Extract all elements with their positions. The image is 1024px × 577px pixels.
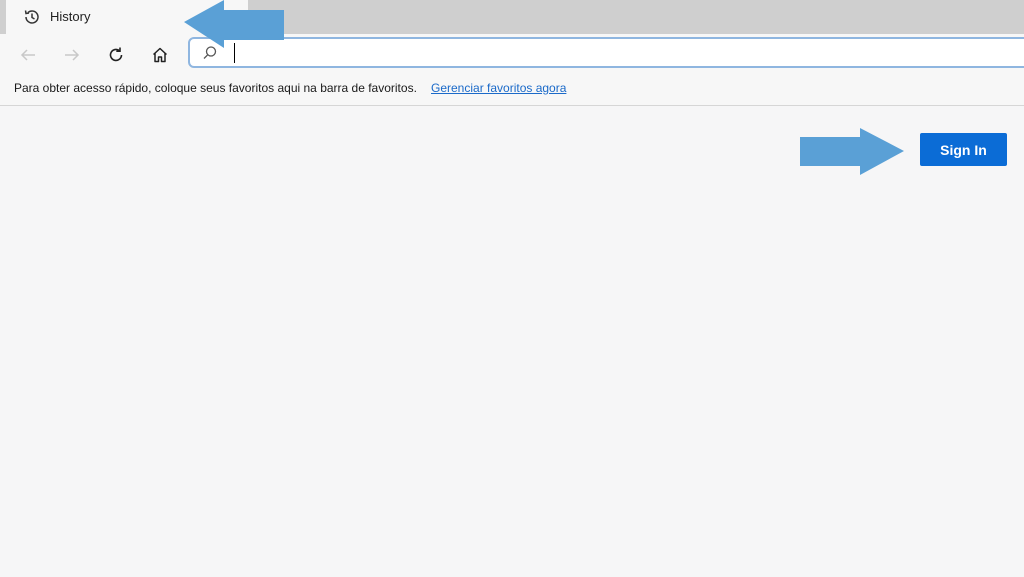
home-button[interactable] <box>146 41 174 69</box>
refresh-button[interactable] <box>102 41 130 69</box>
annotation-arrow-left-icon <box>184 0 284 48</box>
address-bar[interactable] <box>188 37 1024 68</box>
toolbar <box>0 34 1024 74</box>
favorites-bar-message: Para obter acesso rápido, coloque seus f… <box>14 81 417 95</box>
home-icon <box>152 47 168 63</box>
history-icon <box>22 7 42 27</box>
tab-title: History <box>50 9 91 24</box>
arrow-left-icon <box>20 49 35 61</box>
refresh-icon <box>109 47 123 62</box>
forward-button[interactable] <box>58 41 86 69</box>
tab-strip: History <box>0 0 1024 34</box>
back-button[interactable] <box>14 41 42 69</box>
favorites-bar: Para obter acesso rápido, coloque seus f… <box>0 74 1024 106</box>
address-input[interactable] <box>230 42 1014 65</box>
manage-favorites-link[interactable]: Gerenciar favoritos agora <box>431 81 566 95</box>
sign-in-button[interactable]: Sign In <box>920 133 1007 166</box>
annotation-arrow-right-icon <box>800 128 904 175</box>
browser-window: History Para obter acesso rápido, coloqu… <box>0 0 1024 577</box>
arrow-right-icon <box>65 49 80 61</box>
